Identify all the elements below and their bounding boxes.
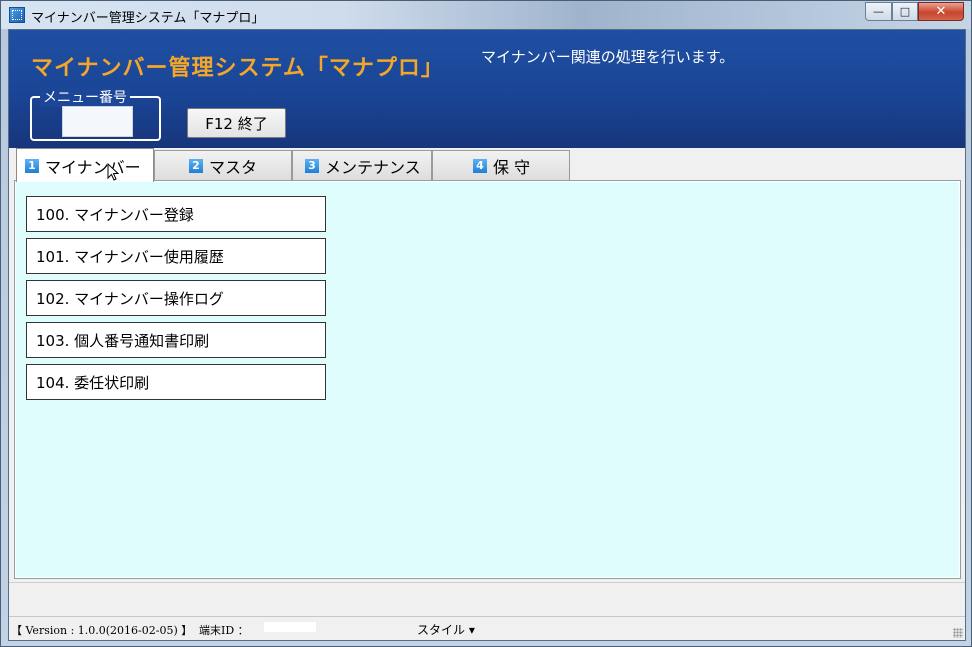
menu-number-group: メニュー番号 <box>30 87 161 141</box>
window-title: マイナンバー管理システム「マナプロ」 <box>31 11 265 26</box>
menu-number-input[interactable] <box>62 106 133 137</box>
tab-label: マイナンバー <box>45 157 141 177</box>
system-description: マイナンバー関連の処理を行います。 <box>481 48 735 66</box>
close-button[interactable]: ✕ <box>918 2 964 21</box>
menu-item-103[interactable]: 103. 個人番号通知書印刷 <box>26 322 326 358</box>
tab-label: 保 守 <box>493 158 531 177</box>
tab-number-badge: 1 <box>25 158 39 173</box>
terminal-id-value <box>264 622 316 632</box>
tab-maintenance[interactable]: 3 メンテナンス <box>292 150 432 181</box>
tab-support[interactable]: 4 保 守 <box>432 150 570 181</box>
exit-button[interactable]: F12 終了 <box>187 108 286 138</box>
maximize-button[interactable]: □ <box>892 2 918 21</box>
tab-label: マスタ <box>209 158 258 177</box>
resize-grip-icon[interactable] <box>953 628 963 638</box>
tab-number-badge: 2 <box>189 159 203 173</box>
version-label: 【 Version : 1.0.0(2016-02-05) 】 <box>11 624 193 637</box>
tab-panel-mynumber: 100. マイナンバー登録 101. マイナンバー使用履歴 102. マイナンバ… <box>14 180 961 579</box>
message-area <box>9 582 965 616</box>
status-bar: 【 Version : 1.0.0(2016-02-05) 】 端末ID ： ス… <box>9 616 965 640</box>
tab-number-badge: 4 <box>473 159 487 173</box>
application-window: マイナンバー管理システム「マナプロ」 — □ ✕ マイナンバー管理システム「マナ… <box>0 0 972 647</box>
minimize-button[interactable]: — <box>865 2 892 21</box>
tab-number-badge: 3 <box>305 159 319 173</box>
system-title: マイナンバー管理システム「マナプロ」 <box>31 56 444 81</box>
menu-item-101[interactable]: 101. マイナンバー使用履歴 <box>26 238 326 274</box>
client-area: マイナンバー管理システム「マナプロ」 マイナンバー関連の処理を行います。 メニュ… <box>8 29 966 641</box>
tab-strip: 1 マイナンバー 2 マスタ 3 メンテナンス 4 保 守 <box>9 148 965 182</box>
tab-mynumber[interactable]: 1 マイナンバー <box>16 148 154 182</box>
app-icon <box>9 7 25 23</box>
menu-item-100[interactable]: 100. マイナンバー登録 <box>26 196 326 232</box>
menu-number-label: メニュー番号 <box>40 87 130 107</box>
terminal-id-label: 端末ID ： <box>199 624 249 637</box>
menu-item-104[interactable]: 104. 委任状印刷 <box>26 364 326 400</box>
title-bar[interactable]: マイナンバー管理システム「マナプロ」 — □ ✕ <box>1 1 971 29</box>
tab-label: メンテナンス <box>325 158 421 177</box>
header-banner: マイナンバー管理システム「マナプロ」 マイナンバー関連の処理を行います。 メニュ… <box>9 30 965 148</box>
menu-item-102[interactable]: 102. マイナンバー操作ログ <box>26 280 326 316</box>
tab-master[interactable]: 2 マスタ <box>154 150 292 181</box>
style-dropdown[interactable]: スタイル ▾ <box>417 621 475 638</box>
